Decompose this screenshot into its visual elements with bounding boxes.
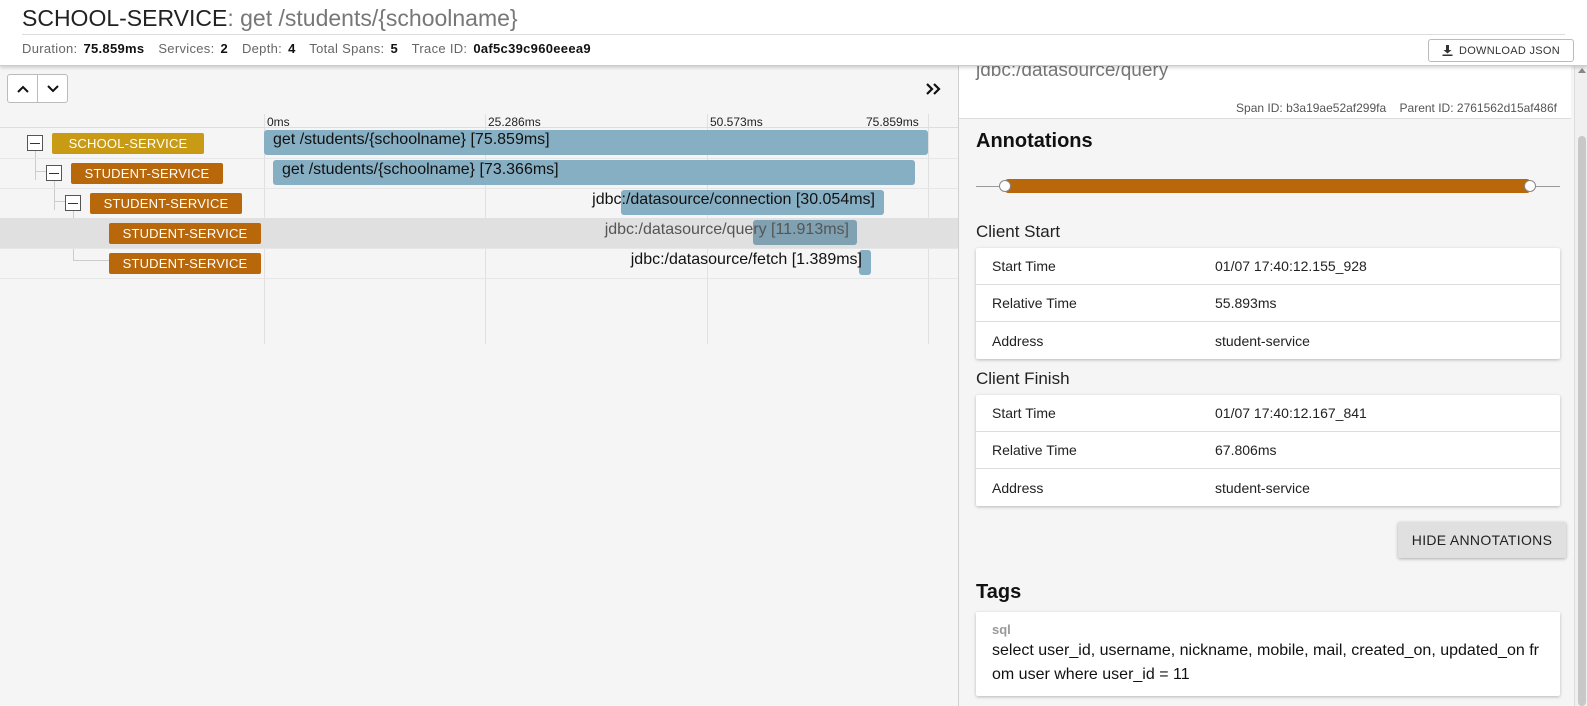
tag-value: select user_id, username, nickname, mobi… (992, 642, 1539, 683)
client-start-row: Address student-service (976, 322, 1560, 359)
chevron-down-icon (46, 84, 59, 92)
span-detail-pane: jdbc:/datasource/query Span ID: b3a19ae5… (958, 66, 1587, 706)
parent-id-label: Parent ID: (1399, 101, 1454, 115)
title-service-name: SCHOOL-SERVICE (22, 5, 228, 31)
download-json-label: DOWNLOAD JSON (1458, 44, 1561, 57)
client-finish-row: Relative Time 67.806ms (976, 432, 1560, 469)
trace-id-label: Trace ID: (411, 41, 468, 56)
span-ids: Span ID: b3a19ae52af299fa Parent ID: 276… (1236, 101, 1557, 115)
trace-id-value: 0af5c39c960eeea9 (473, 41, 591, 56)
tag-key: sql (992, 622, 1011, 637)
client-start-row: Start Time 01/07 17:40:12.155_928 (976, 248, 1560, 285)
annotation-span-bar (1005, 179, 1530, 193)
depth-value: 4 (288, 41, 296, 56)
row-value: 01/07 17:40:12.155_928 (1215, 258, 1367, 274)
row-key: Address (992, 332, 1044, 349)
detail-scrollbar[interactable] (1574, 66, 1587, 706)
client-finish-card: Start Time 01/07 17:40:12.167_841 Relativ… (976, 395, 1560, 506)
row-value: 55.893ms (1215, 295, 1277, 311)
total-spans-value: 5 (390, 41, 398, 56)
collapse-toggle-icon[interactable] (65, 195, 81, 211)
title-divider (22, 34, 1565, 35)
span-id-value: b3a19ae52af299fa (1286, 101, 1387, 115)
page-title: SCHOOL-SERVICE: get /students/{schoolnam… (22, 5, 518, 32)
span-bar-label: jdbc:/datasource/query [11.913ms] (604, 221, 849, 238)
hide-annotations-button[interactable]: HIDE ANNOTATIONS (1398, 522, 1566, 558)
parent-id-value: 2761562d15af486f (1456, 101, 1557, 115)
span-service-badge[interactable]: SCHOOL-SERVICE (52, 133, 204, 154)
download-json-button[interactable]: DOWNLOAD JSON (1428, 39, 1574, 62)
double-chevron-right-icon (926, 83, 941, 95)
row-key: Address (992, 479, 1044, 496)
download-icon (1442, 45, 1453, 56)
collapse-toggle-icon[interactable] (27, 135, 43, 151)
total-spans-label: Total Spans: (309, 41, 385, 56)
row-value: 67.806ms (1215, 442, 1277, 458)
duration-label: Duration: (22, 41, 78, 56)
row-key: Relative Time (992, 442, 1077, 458)
span-service-badge[interactable]: STUDENT-SERVICE (109, 223, 261, 244)
expand-all-button[interactable] (37, 74, 68, 103)
row-value: student-service (1215, 479, 1310, 496)
depth-label: Depth: (241, 41, 283, 56)
span-detail-name: jdbc:/datasource/query (976, 66, 1169, 81)
row-key: Start Time (992, 258, 1056, 274)
tags-card: sql select user_id, username, nickname, … (976, 612, 1560, 696)
row-key: Start Time (992, 405, 1056, 421)
tags-title: Tags (976, 581, 1022, 603)
span-bar-label: get /students/{schoolname} [73.366ms] (282, 161, 559, 178)
row-value: 01/07 17:40:12.167_841 (1215, 405, 1367, 421)
span-service-badge[interactable]: STUDENT-SERVICE (71, 163, 223, 184)
span-row-divider (0, 278, 958, 279)
title-span-name: : get /students/{schoolname} (227, 5, 518, 31)
annotation-timeline (976, 179, 1560, 193)
trace-header: SCHOOL-SERVICE: get /students/{schoolnam… (0, 0, 1587, 66)
scrollbar-thumb[interactable] (1578, 136, 1586, 706)
span-service-badge[interactable]: STUDENT-SERVICE (109, 253, 261, 274)
annotation-end-marker[interactable] (1524, 180, 1536, 192)
scroll-up-arrow-icon[interactable] (1578, 68, 1586, 73)
client-start-title: Client Start (976, 222, 1061, 241)
annotation-start-marker[interactable] (999, 180, 1011, 192)
client-start-row: Relative Time 55.893ms (976, 285, 1560, 322)
span-id-label: Span ID: (1236, 101, 1283, 115)
span-bar-label: jdbc:/datasource/fetch [1.389ms] (630, 251, 862, 268)
chevron-up-icon (16, 85, 29, 93)
client-start-card: Start Time 01/07 17:40:12.155_928 Relativ… (976, 248, 1560, 359)
services-value: 2 (220, 41, 229, 56)
services-label: Services: (158, 41, 215, 56)
collapse-toggle-icon[interactable] (46, 165, 62, 181)
collapse-all-button[interactable] (7, 74, 38, 103)
span-detail-header: jdbc:/datasource/query Span ID: b3a19ae5… (959, 66, 1571, 119)
span-service-badge[interactable]: STUDENT-SERVICE (90, 193, 242, 214)
span-bar-label: jdbc:/datasource/connection [30.054ms] (592, 191, 875, 208)
timeline-pane: 0ms 25.286ms 50.573ms 75.859ms SCHOOL-SERVIC… (0, 66, 958, 706)
client-finish-row: Address student-service (976, 469, 1560, 506)
annotations-title: Annotations (976, 130, 1093, 152)
client-finish-title: Client Finish (976, 369, 1070, 388)
duration-value: 75.859ms (83, 41, 145, 56)
row-value: student-service (1215, 332, 1310, 349)
client-finish-row: Start Time 01/07 17:40:12.167_841 (976, 395, 1560, 432)
span-bar-label: get /students/{schoolname} [75.859ms] (273, 131, 550, 148)
toggle-detail-button[interactable] (922, 79, 944, 99)
row-key: Relative Time (992, 295, 1077, 311)
trace-stats: Duration: 75.859ms Services: 2 Depth: 4 Tot… (22, 41, 601, 56)
